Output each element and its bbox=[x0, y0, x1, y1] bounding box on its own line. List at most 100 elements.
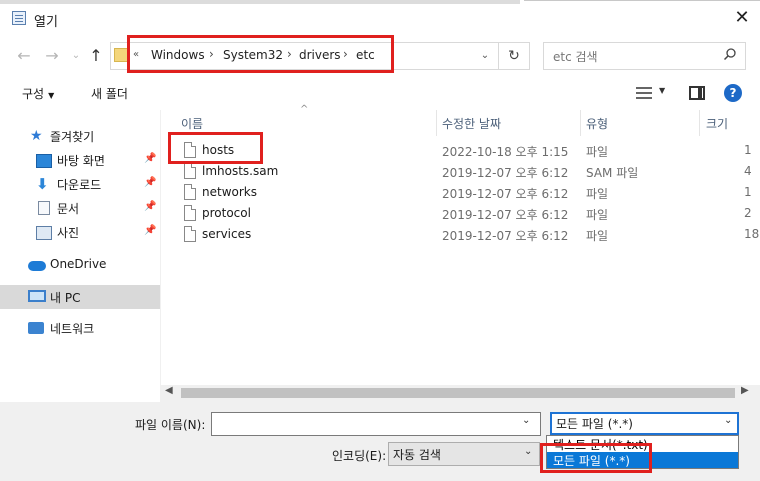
file-date: 2019-12-07 오후 6:12 bbox=[442, 208, 569, 222]
background-window-edge bbox=[524, 0, 760, 1]
sidebar-item-label: OneDrive bbox=[50, 257, 107, 271]
file-icon bbox=[184, 163, 196, 179]
file-date: 2019-12-07 오후 6:12 bbox=[442, 229, 569, 243]
sidebar-item-label: 네트워크 bbox=[50, 322, 95, 336]
view-options-icon[interactable] bbox=[636, 86, 652, 100]
file-icon bbox=[184, 184, 196, 200]
file-name: networks bbox=[202, 185, 257, 199]
star-icon: ★ bbox=[30, 128, 43, 144]
chevron-down-icon: ▼ bbox=[48, 91, 55, 100]
file-type: SAM 파일 bbox=[586, 166, 639, 180]
title-bar bbox=[0, 0, 760, 38]
filetype-selected-value: 모든 파일 (*.*) bbox=[556, 417, 633, 431]
file-date: 2019-12-07 오후 6:12 bbox=[442, 187, 569, 201]
pin-icon[interactable]: 📌 bbox=[144, 177, 156, 188]
file-type: 파일 bbox=[586, 187, 609, 201]
highlight-box-address bbox=[127, 35, 394, 73]
sidebar-item-label: 바탕 화면 bbox=[57, 154, 105, 168]
preview-pane-icon[interactable] bbox=[689, 86, 705, 100]
sidebar-item-label: 즐겨찾기 bbox=[50, 130, 95, 144]
sidebar-item-pictures[interactable]: 사진 📌 bbox=[0, 220, 160, 244]
column-header-date[interactable]: 수정한 날짜 bbox=[442, 115, 501, 132]
filename-label: 파일 이름(N): bbox=[135, 418, 206, 432]
pin-icon[interactable]: 📌 bbox=[144, 153, 156, 164]
file-icon bbox=[184, 226, 196, 242]
pictures-icon bbox=[36, 226, 52, 240]
column-separator[interactable] bbox=[436, 110, 437, 136]
desktop-icon bbox=[36, 154, 52, 168]
document-icon bbox=[38, 201, 50, 215]
file-date: 2022-10-18 오후 1:15 bbox=[442, 145, 569, 159]
filename-field[interactable] bbox=[211, 412, 541, 436]
up-arrow-icon[interactable]: ↑ bbox=[86, 46, 106, 66]
pin-icon[interactable]: 📌 bbox=[144, 201, 156, 212]
chevron-down-icon[interactable]: ⌄ bbox=[724, 415, 732, 426]
network-icon bbox=[28, 322, 44, 334]
column-header-type[interactable]: 유형 bbox=[586, 115, 608, 132]
scroll-left-icon[interactable]: ◀ bbox=[165, 385, 173, 396]
sidebar-item-downloads[interactable]: ⬇ 다운로드 📌 bbox=[0, 172, 160, 196]
sidebar-item-label: 내 PC bbox=[50, 291, 81, 305]
file-name: protocol bbox=[202, 206, 251, 220]
file-row[interactable]: protocol 2019-12-07 오후 6:12 파일 2 bbox=[162, 203, 752, 224]
file-type: 파일 bbox=[586, 229, 609, 243]
sidebar-item-desktop[interactable]: 바탕 화면 📌 bbox=[0, 148, 160, 172]
forward-arrow-icon[interactable]: → bbox=[42, 46, 62, 66]
file-size: 2 bbox=[744, 206, 752, 220]
file-row[interactable]: lmhosts.sam 2019-12-07 오후 6:12 SAM 파일 4 bbox=[162, 161, 752, 182]
back-arrow-icon[interactable]: ← bbox=[14, 46, 34, 66]
file-size: 4 bbox=[744, 164, 752, 178]
pin-icon[interactable]: 📌 bbox=[144, 225, 156, 236]
sort-ascending-icon: ^ bbox=[300, 104, 309, 115]
file-name: services bbox=[202, 227, 252, 241]
notepad-icon bbox=[12, 11, 26, 25]
sidebar-item-label: 다운로드 bbox=[57, 178, 102, 192]
folder-icon bbox=[114, 48, 128, 62]
sidebar-item-onedrive[interactable]: OneDrive bbox=[0, 253, 160, 277]
recent-locations-chevron-icon[interactable]: ⌄ bbox=[66, 46, 86, 66]
file-type: 파일 bbox=[586, 145, 609, 159]
sidebar-item-network[interactable]: 네트워크 bbox=[0, 316, 160, 340]
sidebar-item-label: 사진 bbox=[57, 226, 80, 240]
encoding-selected-value: 자동 검색 bbox=[393, 448, 441, 462]
close-button[interactable]: ✕ bbox=[733, 8, 751, 28]
file-size: 1 bbox=[744, 185, 752, 199]
sidebar-item-label: 문서 bbox=[57, 202, 80, 216]
search-icon[interactable] bbox=[722, 47, 738, 63]
pane-divider bbox=[160, 110, 161, 402]
address-divider bbox=[498, 42, 499, 70]
scrollbar-thumb[interactable] bbox=[181, 388, 735, 398]
sidebar-item-quick-access[interactable]: ★ 즐겨찾기 bbox=[0, 124, 160, 148]
download-arrow-icon: ⬇ bbox=[36, 175, 49, 193]
background-window-edge bbox=[0, 0, 520, 4]
search-placeholder: etc 검색 bbox=[553, 50, 598, 64]
chevron-down-icon[interactable]: ▼ bbox=[659, 86, 665, 95]
organize-label: 구성 bbox=[22, 87, 45, 101]
window-title: 열기 bbox=[34, 15, 58, 30]
organize-button[interactable]: 구성 ▼ bbox=[22, 85, 54, 102]
column-header-name[interactable]: 이름 bbox=[181, 115, 203, 132]
cloud-icon bbox=[28, 261, 46, 271]
file-size: 18 bbox=[744, 227, 760, 241]
sidebar-item-documents[interactable]: 문서 📌 bbox=[0, 196, 160, 220]
chevron-down-icon[interactable]: ⌄ bbox=[522, 415, 530, 426]
highlight-box-hosts bbox=[168, 132, 263, 164]
file-name: lmhosts.sam bbox=[202, 164, 279, 178]
sidebar-item-this-pc[interactable]: 내 PC bbox=[0, 285, 160, 309]
file-date: 2019-12-07 오후 6:12 bbox=[442, 166, 569, 180]
help-icon[interactable]: ? bbox=[724, 84, 742, 102]
column-header-size[interactable]: 크기 bbox=[706, 115, 728, 132]
chevron-down-icon[interactable]: ⌄ bbox=[524, 446, 532, 457]
refresh-icon[interactable]: ↻ bbox=[504, 46, 524, 66]
encoding-label: 인코딩(E): bbox=[332, 449, 387, 463]
file-type: 파일 bbox=[586, 208, 609, 222]
computer-icon bbox=[28, 290, 46, 302]
file-row[interactable]: services 2019-12-07 오후 6:12 파일 18 bbox=[162, 224, 759, 245]
file-icon bbox=[184, 205, 196, 221]
file-row[interactable]: networks 2019-12-07 오후 6:12 파일 1 bbox=[162, 182, 752, 203]
column-separator[interactable] bbox=[699, 110, 700, 136]
address-dropdown-chevron-icon[interactable]: ⌄ bbox=[476, 46, 494, 66]
scroll-right-icon[interactable]: ▶ bbox=[741, 385, 749, 396]
new-folder-button[interactable]: 새 폴더 bbox=[91, 85, 128, 102]
column-separator[interactable] bbox=[580, 110, 581, 136]
